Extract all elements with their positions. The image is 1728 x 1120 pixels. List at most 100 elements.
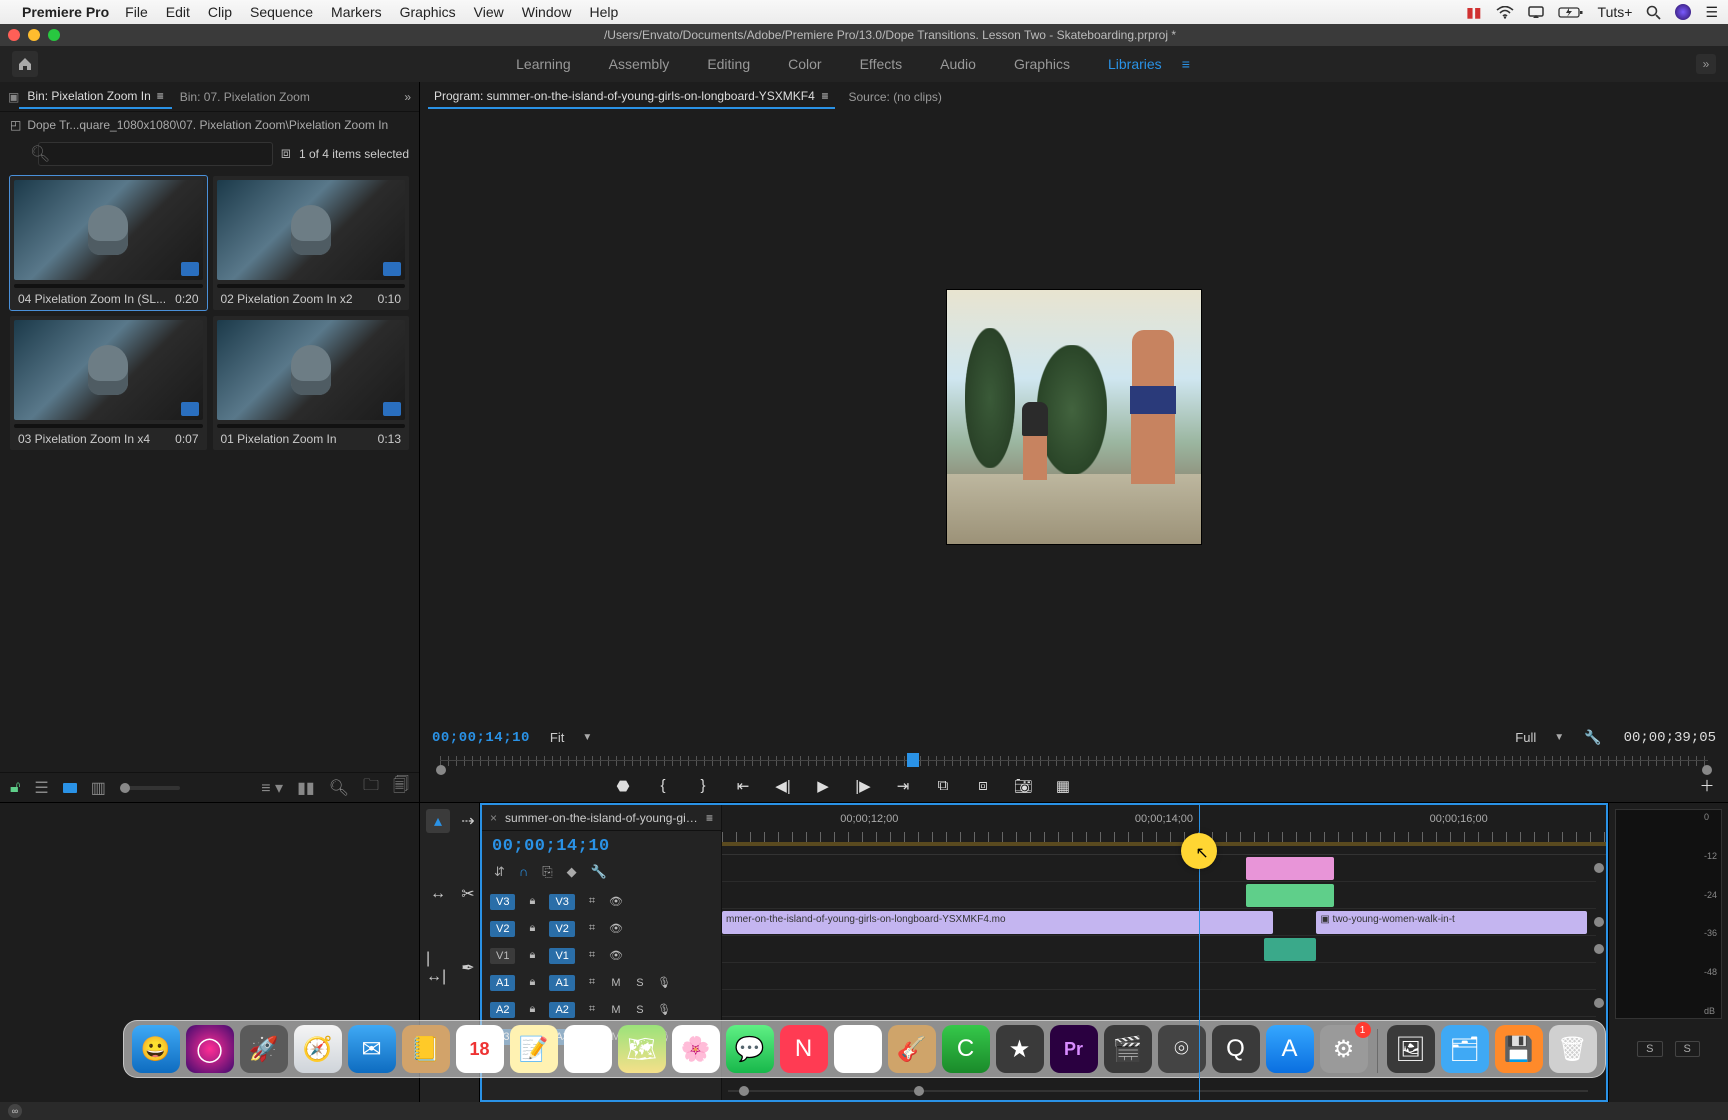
app-name[interactable]: Premiere Pro	[22, 4, 109, 20]
panel-menu-icon[interactable]: ≡	[706, 811, 713, 825]
ws-overflow-icon[interactable]: »	[1696, 54, 1716, 74]
solo-button[interactable]: S	[633, 1004, 647, 1016]
dock-photos[interactable]: 🌸	[672, 1025, 720, 1073]
dock-mail[interactable]: ✉	[348, 1025, 396, 1073]
list-view-icon[interactable]: ☰	[34, 778, 48, 798]
close-sequence-icon[interactable]: ×	[490, 811, 497, 825]
zoom-handle-left[interactable]	[436, 765, 446, 775]
source-patch[interactable]: A1	[490, 975, 515, 991]
marker-icon[interactable]: ◆	[567, 864, 577, 880]
dock-camtasia[interactable]: C	[942, 1025, 990, 1073]
auto-sequence-icon[interactable]: ▮▮	[297, 778, 315, 798]
timeline-clip[interactable]	[1246, 884, 1333, 907]
eye-icon[interactable]: 👁	[609, 895, 623, 908]
zoom-dropdown[interactable]: Fit▼	[542, 728, 600, 747]
ws-effects[interactable]: Effects	[860, 56, 903, 72]
voiceover-icon[interactable]: 🎙	[657, 976, 671, 989]
track-lane-a3[interactable]	[722, 990, 1596, 1017]
timeline-settings-icon[interactable]: 🔧	[591, 864, 607, 880]
track-header[interactable]: V2 🔒︎ V2 ⌗ 👁	[482, 915, 721, 942]
playhead-icon[interactable]	[907, 753, 919, 767]
new-bin-icon[interactable]: 🗀	[363, 774, 379, 801]
track-lane-v1[interactable]: mmer-on-the-island-of-young-girls-on-lon…	[722, 909, 1596, 936]
ws-libraries[interactable]: Libraries	[1108, 56, 1162, 72]
mute-button[interactable]: M	[609, 977, 623, 989]
track-target[interactable]: V3	[549, 894, 574, 910]
ws-menu-icon[interactable]: ≡	[1182, 56, 1190, 72]
dock-imovie[interactable]: ★	[996, 1025, 1044, 1073]
timeline-zoom-scroll[interactable]	[722, 1086, 1594, 1096]
lock-icon[interactable]: 🔒︎	[525, 949, 539, 962]
go-to-in-icon[interactable]: ⇤	[734, 777, 752, 795]
mark-in-icon[interactable]: {	[654, 777, 672, 794]
track-header[interactable]: V1 🔒︎ V1 ⌗ 👁	[482, 942, 721, 969]
window-close-button[interactable]	[8, 29, 20, 41]
find-icon[interactable]: 🔍︎	[329, 778, 349, 798]
dock-calendar[interactable]: 18	[456, 1025, 504, 1073]
clip-scrub-bar[interactable]	[14, 424, 203, 428]
airplay-icon[interactable]	[1528, 6, 1544, 19]
source-tab[interactable]: Source: (no clips)	[843, 86, 948, 108]
dock-launchpad[interactable]: 🚀	[240, 1025, 288, 1073]
dock-preview[interactable]: 🖼	[1387, 1025, 1435, 1073]
sync-lock-icon[interactable]: ⌗	[585, 976, 599, 989]
program-tab[interactable]: Program: summer-on-the-island-of-young-g…	[428, 85, 835, 109]
dock-downloads[interactable]: 🗂	[1441, 1025, 1489, 1073]
project-item[interactable]: 03 Pixelation Zoom In x40:07	[10, 316, 207, 450]
write-lock-icon[interactable]: 🔓︎	[10, 779, 20, 797]
audio-meter[interactable]: 0 -12 -24 -36 -48 dB	[1615, 809, 1722, 1019]
dock-reminders[interactable]: ☑	[564, 1025, 612, 1073]
window-maximize-button[interactable]	[48, 29, 60, 41]
thumb-size-slider[interactable]	[120, 786, 180, 790]
program-video-frame[interactable]	[946, 289, 1202, 545]
icon-view-icon[interactable]	[63, 783, 77, 793]
selection-tool-icon[interactable]: ▴	[426, 809, 450, 833]
mute-button[interactable]: M	[609, 1004, 623, 1016]
wifi-icon[interactable]	[1496, 6, 1514, 19]
export-frame-icon[interactable]: 📷︎	[1014, 777, 1032, 795]
ws-audio[interactable]: Audio	[940, 56, 976, 72]
sequence-tab[interactable]: summer-on-the-island-of-young-girls-on-l…	[505, 811, 698, 825]
vscroll-handle[interactable]	[1594, 998, 1604, 1008]
project-search-input[interactable]	[38, 142, 272, 166]
new-bin-from-search-icon[interactable]: ⧈	[281, 145, 291, 163]
dock-siri[interactable]: ◯	[186, 1025, 234, 1073]
dock-quicktime[interactable]: Q	[1212, 1025, 1260, 1073]
menu-window[interactable]: Window	[522, 4, 572, 20]
panel-collapse-icon[interactable]: »	[404, 90, 411, 104]
slip-tool-icon[interactable]: |↔|	[426, 956, 450, 980]
track-target[interactable]: V1	[549, 948, 574, 964]
vscroll-handle[interactable]	[1594, 917, 1604, 927]
lock-icon[interactable]: 🔒︎	[525, 1003, 539, 1016]
timeline-clip[interactable]	[1246, 857, 1333, 880]
ws-graphics[interactable]: Graphics	[1014, 56, 1070, 72]
new-item-icon[interactable]: 🗐	[393, 774, 409, 801]
snap-icon[interactable]: ∩	[519, 864, 528, 880]
sync-lock-icon[interactable]: ⌗	[585, 1003, 599, 1016]
lift-icon[interactable]: ⧉	[934, 777, 952, 794]
dock-itunes[interactable]: ♪	[834, 1025, 882, 1073]
track-lane-a1[interactable]	[722, 936, 1596, 963]
panel-menu-icon[interactable]: ≡	[157, 89, 164, 103]
battery-icon[interactable]	[1558, 6, 1584, 19]
extract-icon[interactable]: ⧈	[974, 777, 992, 794]
panel-menu-icon[interactable]: ≡	[821, 89, 828, 103]
pen-tool-icon[interactable]: ✒	[456, 956, 480, 980]
zoom-handle-right[interactable]	[1702, 765, 1712, 775]
lock-icon[interactable]: 🔒︎	[525, 976, 539, 989]
bin-up-icon[interactable]: ◰	[10, 118, 21, 132]
dock-premiere[interactable]: Pr	[1050, 1025, 1098, 1073]
ripple-edit-tool-icon[interactable]: ↔	[426, 882, 450, 906]
dock-finalcut[interactable]: 🎬	[1104, 1025, 1152, 1073]
cc-status-icon[interactable]: ∞	[8, 1104, 22, 1118]
menu-edit[interactable]: Edit	[166, 4, 190, 20]
notification-center-icon[interactable]: ☰	[1705, 4, 1718, 21]
dock-finder[interactable]: 😀	[132, 1025, 180, 1073]
zoom-handle[interactable]	[739, 1086, 749, 1096]
step-back-icon[interactable]: ◀|	[774, 777, 792, 795]
track-lane-v3[interactable]	[722, 855, 1596, 882]
sync-lock-icon[interactable]: ⌗	[585, 949, 599, 962]
timeline-audio-clip[interactable]	[1264, 938, 1316, 961]
home-button[interactable]	[12, 51, 38, 77]
dock-syspref[interactable]: ⚙1	[1320, 1025, 1368, 1073]
